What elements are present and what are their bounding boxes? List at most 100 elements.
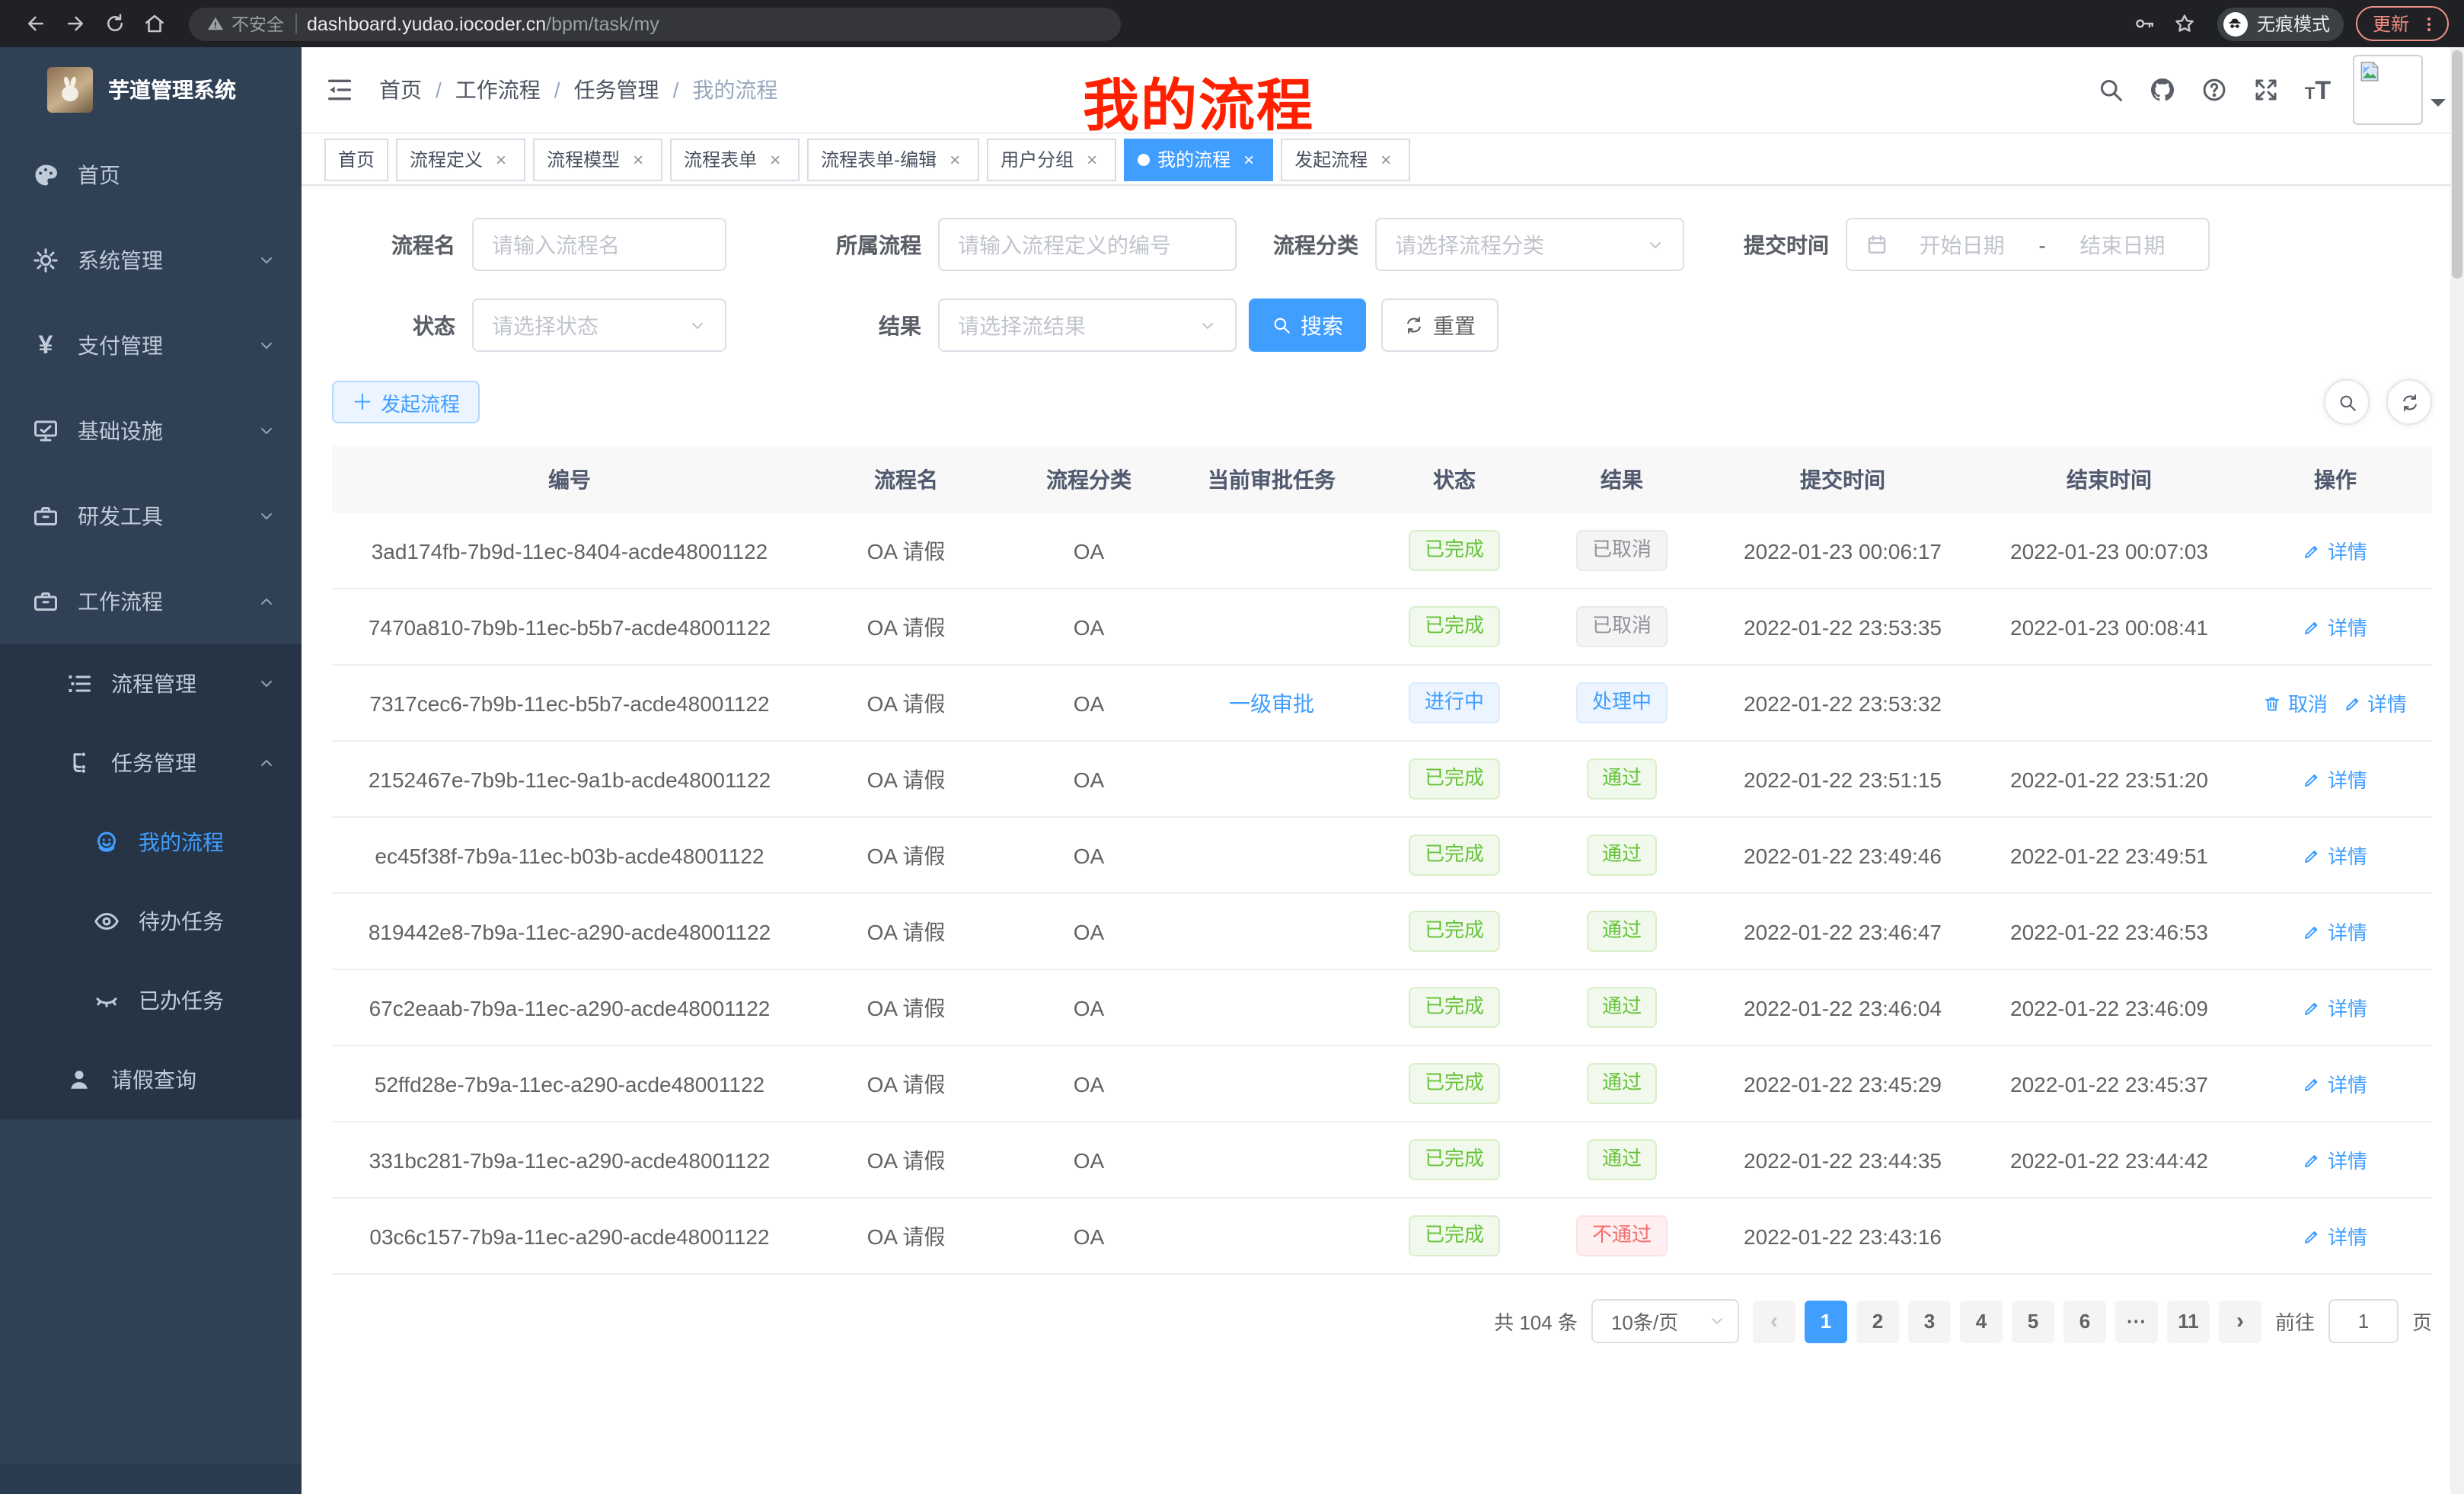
- close-icon[interactable]: ×: [1238, 148, 1259, 170]
- process-name-input[interactable]: [472, 218, 726, 271]
- page-button[interactable]: 1: [1805, 1300, 1847, 1342]
- status-badge: 已完成: [1409, 1063, 1499, 1104]
- sidebar-item-todo-tasks[interactable]: 待办任务: [0, 882, 302, 961]
- more-pages-button[interactable]: ···: [2115, 1300, 2158, 1342]
- page-button[interactable]: 5: [2012, 1300, 2054, 1342]
- table-header-cell: 编号: [332, 464, 807, 495]
- sidebar-collapse-bar[interactable]: [0, 1464, 302, 1494]
- sidebar-item-home[interactable]: 首页: [0, 132, 302, 218]
- detail-link[interactable]: 详情: [2303, 536, 2367, 565]
- refresh-table-button[interactable]: [2386, 379, 2432, 425]
- tab-label: 流程表单-编辑: [821, 146, 937, 172]
- reload-button[interactable]: [94, 4, 134, 43]
- close-icon[interactable]: ×: [627, 148, 649, 170]
- detail-link[interactable]: 详情: [2303, 1069, 2367, 1098]
- scrollbar-thumb[interactable]: [2452, 50, 2462, 279]
- owner-process-input[interactable]: [938, 218, 1237, 271]
- question-button[interactable]: [2191, 67, 2237, 113]
- page-button[interactable]: 11: [2167, 1300, 2210, 1342]
- tab-process-form-edit[interactable]: 流程表单-编辑 ×: [807, 138, 979, 180]
- avatar-caret-icon[interactable]: [2430, 99, 2446, 114]
- avatar[interactable]: [2353, 55, 2423, 125]
- refresh-icon: [2399, 392, 2419, 412]
- close-icon[interactable]: ×: [490, 148, 512, 170]
- page-button[interactable]: 3: [1908, 1300, 1951, 1342]
- detail-link[interactable]: 详情: [2303, 917, 2367, 946]
- tab-process-model[interactable]: 流程模型×: [533, 138, 662, 180]
- fullscreen-button[interactable]: [2243, 67, 2289, 113]
- process-category-select[interactable]: 请选择流程分类: [1375, 218, 1684, 271]
- sidebar-item-process-management[interactable]: 流程管理: [0, 644, 302, 723]
- result-select[interactable]: 请选择流结果: [938, 298, 1237, 352]
- calendar-icon: [1866, 233, 1888, 256]
- tab-my-process[interactable]: 我的流程×: [1124, 138, 1273, 180]
- chevron-down-icon: [257, 422, 276, 440]
- tab-user-group[interactable]: 用户分组×: [987, 138, 1116, 180]
- submit-time-range-picker[interactable]: 开始日期 - 结束日期: [1846, 218, 2210, 271]
- edit-icon: [2303, 1227, 2322, 1245]
- start-date-placeholder: 开始日期: [1894, 229, 2029, 260]
- address-bar[interactable]: 不安全 dashboard.yudao.iocoder.cn/bpm/task/…: [189, 7, 1121, 40]
- key-button[interactable]: [2126, 4, 2166, 43]
- prev-page-button[interactable]: ‹: [1753, 1300, 1795, 1342]
- edit-icon: [2303, 541, 2322, 560]
- breadcrumb-item[interactable]: 工作流程: [455, 75, 541, 105]
- font-size-button[interactable]: TT: [2295, 67, 2341, 113]
- home-button[interactable]: [134, 4, 174, 43]
- close-icon[interactable]: ×: [1081, 148, 1103, 170]
- star-button[interactable]: [2166, 4, 2205, 43]
- hamburger-icon[interactable]: [324, 75, 355, 105]
- refresh-icon: [1404, 315, 1424, 335]
- cancel-link[interactable]: 取消: [2264, 688, 2328, 717]
- goto-page-input[interactable]: [2328, 1299, 2399, 1343]
- sidebar-item-system-management[interactable]: 系统管理: [0, 218, 302, 303]
- detail-link[interactable]: 详情: [2303, 765, 2367, 793]
- toggle-search-button[interactable]: [2324, 379, 2370, 425]
- security-chip[interactable]: 不安全: [207, 11, 284, 36]
- close-icon[interactable]: ×: [764, 148, 786, 170]
- sidebar-item-done-tasks[interactable]: 已办任务: [0, 961, 302, 1040]
- forward-button[interactable]: [55, 4, 94, 43]
- detail-link[interactable]: 详情: [2303, 841, 2367, 870]
- sidebar-item-task-management[interactable]: 任务管理: [0, 723, 302, 803]
- github-button[interactable]: [2140, 67, 2185, 113]
- sidebar-item-infrastructure[interactable]: 基础设施: [0, 388, 302, 474]
- app-logo[interactable]: 芋道管理系统: [0, 47, 302, 132]
- close-icon[interactable]: ×: [944, 148, 965, 170]
- search-button[interactable]: [2088, 67, 2134, 113]
- detail-link[interactable]: 详情: [2343, 688, 2407, 717]
- page-scrollbar[interactable]: [2450, 47, 2464, 1494]
- back-button[interactable]: [15, 4, 55, 43]
- sidebar-item-dev-tools[interactable]: 研发工具: [0, 474, 302, 559]
- detail-link[interactable]: 详情: [2303, 1221, 2367, 1250]
- cell-process-name: OA 请假: [807, 992, 1005, 1023]
- sidebar-item-workflow[interactable]: 工作流程: [0, 559, 302, 644]
- tab-process-definition[interactable]: 流程定义×: [396, 138, 525, 180]
- tab-start-process[interactable]: 发起流程×: [1281, 138, 1410, 180]
- page-button[interactable]: 4: [1960, 1300, 2003, 1342]
- page-button[interactable]: 2: [1856, 1300, 1899, 1342]
- search-icon: [2097, 76, 2124, 104]
- tab-process-form[interactable]: 流程表单×: [670, 138, 800, 180]
- page-button[interactable]: 6: [2063, 1300, 2106, 1342]
- detail-link[interactable]: 详情: [2303, 993, 2367, 1022]
- page-size-select[interactable]: 10条/页: [1591, 1299, 1739, 1343]
- search-button[interactable]: 搜索: [1249, 298, 1366, 352]
- start-process-button[interactable]: ＋ 发起流程: [332, 381, 480, 423]
- sidebar-item-leave-query[interactable]: 请假查询: [0, 1040, 302, 1119]
- active-dot-icon: [1138, 153, 1150, 165]
- breadcrumb-item[interactable]: 任务管理: [574, 75, 659, 105]
- detail-link[interactable]: 详情: [2303, 612, 2367, 641]
- detail-link[interactable]: 详情: [2303, 1145, 2367, 1174]
- kebab-menu-icon[interactable]: [2420, 14, 2438, 33]
- status-select[interactable]: 请选择状态: [472, 298, 726, 352]
- tab-home[interactable]: 首页: [324, 138, 388, 180]
- reset-button[interactable]: 重置: [1381, 298, 1499, 352]
- breadcrumb-item[interactable]: 首页: [379, 75, 422, 105]
- sidebar-item-payment-management[interactable]: ¥支付管理: [0, 303, 302, 388]
- close-icon[interactable]: ×: [1375, 148, 1396, 170]
- next-page-button[interactable]: ›: [2219, 1300, 2261, 1342]
- sidebar-item-my-process[interactable]: 我的流程: [0, 803, 302, 882]
- update-button[interactable]: 更新: [2356, 6, 2449, 41]
- current-task-link[interactable]: 一级审批: [1229, 691, 1314, 715]
